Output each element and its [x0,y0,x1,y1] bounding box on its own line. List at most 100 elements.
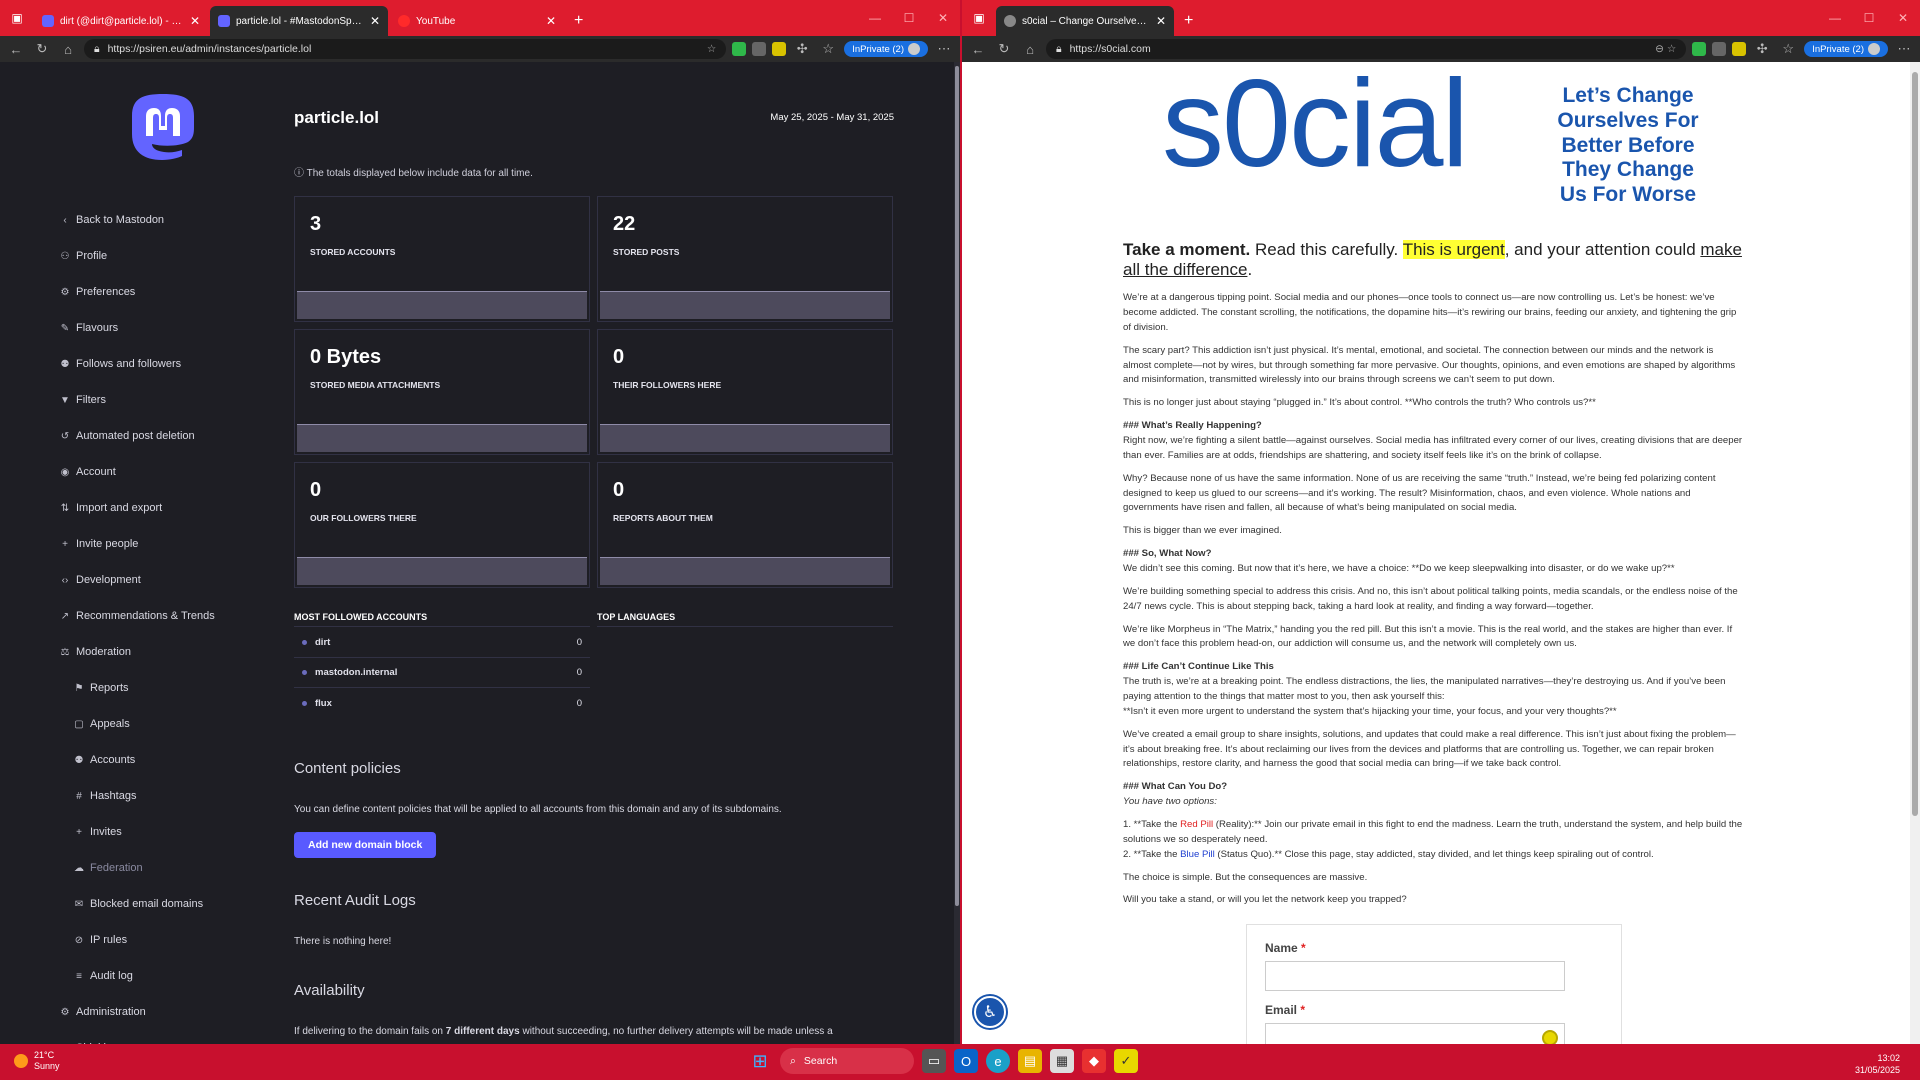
inprivate-badge[interactable]: InPrivate (2) [1804,41,1888,57]
more-menu-icon[interactable]: ⋯ [934,41,954,57]
sidebar-item-accounts[interactable]: ⚉ Accounts [60,742,280,778]
sidebar-item-sidekiq[interactable]: ◫Sidekiq [60,1030,280,1044]
scrollbar-thumb[interactable] [1912,72,1918,816]
task-view-icon[interactable]: ▭ [922,1049,946,1073]
tab-dirt-profile[interactable]: dirt (@dirt@particle.lol) - #Masto ✕ [34,6,208,36]
scrollbar-thumb[interactable] [955,66,959,906]
notes-app-icon[interactable]: ✓ [1114,1049,1138,1073]
stat-card-stored-accounts[interactable]: 3 STORED ACCOUNTS [294,196,590,322]
sidebar-item-hashtags[interactable]: # Hashtags [60,778,280,814]
tab-youtube[interactable]: YouTube ✕ [390,6,564,36]
list-item[interactable]: mastodon.internal 0 [294,658,590,688]
sidebar-item-development[interactable]: ‹› Development [60,562,280,598]
address-field[interactable]: 🔒︎ https://s0cial.com ⊖ ☆ [1046,39,1687,59]
minimize-icon[interactable]: — [858,11,892,25]
add-domain-block-button[interactable]: Add new domain block [294,832,437,858]
address-field[interactable]: 🔒︎ https://psiren.eu/admin/instances/par… [84,39,727,59]
reader-icon[interactable]: ⊖ ☆ [1655,43,1676,55]
system-clock[interactable]: 13:02 31/05/2025 [1855,1052,1900,1076]
favorites-icon[interactable]: ☆ [1778,41,1798,57]
workspaces-icon[interactable]: ▣ [962,0,996,36]
sidebar-item-account[interactable]: ◉ Account [60,454,280,490]
autofill-icon[interactable] [1542,1030,1558,1044]
name-field[interactable] [1265,961,1565,991]
extensions-puzzle-icon[interactable]: ✣ [1752,41,1772,57]
stat-card-media-attachments[interactable]: 0 Bytes STORED MEDIA ATTACHMENTS [294,329,590,455]
extension-m-icon[interactable] [752,42,767,56]
extension-m-icon[interactable] [1712,42,1727,56]
close-tab-icon[interactable]: ✕ [546,14,556,28]
mastodon-logo[interactable] [128,92,198,166]
minimize-icon[interactable]: — [1818,11,1852,25]
home-icon[interactable]: ⌂ [1020,42,1040,57]
left-scrollbar[interactable] [954,62,960,1044]
weather-widget[interactable]: 21°C Sunny [14,1050,60,1072]
more-menu-icon[interactable]: ⋯ [1894,41,1914,57]
extension-check-icon[interactable] [1692,42,1707,56]
sidebar-item-import-and-export[interactable]: ⇅ Import and export [60,490,280,526]
close-tab-icon[interactable]: ✕ [190,14,200,28]
sidebar-item-automated-post-deletion[interactable]: ↺ Automated post deletion [60,418,280,454]
outlook-icon[interactable]: O [954,1049,978,1073]
maximize-icon[interactable]: ☐ [1852,11,1886,25]
sidebar-item-ip-rules[interactable]: ⊘ IP rules [60,922,280,958]
sidebar-item-profile[interactable]: ⚇ Profile [60,238,280,274]
back-icon[interactable]: ← [6,42,26,57]
maximize-icon[interactable]: ☐ [892,11,926,25]
home-icon[interactable]: ⌂ [58,42,78,57]
close-window-icon[interactable]: ✕ [1886,11,1920,25]
stat-card-reports[interactable]: 0 REPORTS ABOUT THEM [597,462,893,588]
inprivate-badge[interactable]: InPrivate (2) [844,41,928,57]
close-tab-icon[interactable]: ✕ [1156,14,1166,28]
refresh-icon[interactable]: ↻ [994,41,1014,57]
tab-s0cial[interactable]: s0cial – Change Ourselves For Be ✕ [996,6,1174,36]
sidebar-item-follows-and-followers[interactable]: ⚉ Follows and followers [60,346,280,382]
list-item[interactable]: dirt 0 [294,628,590,658]
refresh-icon[interactable]: ↻ [32,41,52,57]
stat-card-stored-posts[interactable]: 22 STORED POSTS [597,196,893,322]
sidebar-item-blocked-email-domains[interactable]: ✉ Blocked email domains [60,886,280,922]
taskbar-search[interactable]: ⌕ Search [780,1048,914,1074]
sidebar-item-preferences[interactable]: ⚙ Preferences [60,274,280,310]
red-pill-link[interactable]: Red Pill [1180,819,1213,830]
extension-yellow-icon[interactable] [1732,42,1747,56]
back-icon[interactable]: ← [968,42,988,57]
s0cial-logo[interactable]: s0cial [1162,62,1469,186]
red-app-icon[interactable]: ◆ [1082,1049,1106,1073]
sidebar-item-reports[interactable]: ⚑ Reports [60,670,280,706]
file-explorer-icon[interactable]: ▤ [1018,1049,1042,1073]
close-tab-icon[interactable]: ✕ [370,14,380,28]
sidebar-item-federation[interactable]: ☁ Federation [60,850,280,886]
extension-yellow-icon[interactable] [772,42,787,56]
sidebar-item-invites[interactable]: + Invites [60,814,280,850]
stat-card-our-followers[interactable]: 0 OUR FOLLOWERS THERE [294,462,590,588]
email-field[interactable] [1265,1023,1565,1044]
sidebar-item-recommendations-trends[interactable]: ↗ Recommendations & Trends [60,598,280,634]
tab-particle-lol[interactable]: particle.lol - #MastodonSpyBallo ✕ [210,6,388,36]
sidebar-item-audit-log[interactable]: ≡ Audit log [60,958,280,994]
close-window-icon[interactable]: ✕ [926,11,960,25]
edge-icon[interactable]: e [986,1049,1010,1073]
blue-pill-link[interactable]: Blue Pill [1180,849,1215,860]
sidebar-item-moderation[interactable]: ⚖ Moderation [60,634,280,670]
sidebar-item-administration[interactable]: ⚙ Administration [60,994,280,1030]
list-item[interactable]: flux 0 [294,688,590,718]
right-scrollbar[interactable] [1910,62,1920,1044]
favorites-icon[interactable]: ☆ [818,41,838,57]
sidebar-item-flavours[interactable]: ✎ Flavours [60,310,280,346]
extensions-puzzle-icon[interactable]: ✣ [792,41,812,57]
favorite-star-icon[interactable]: ☆ [707,43,716,55]
windows-start-icon[interactable]: ⊞ [748,1049,772,1073]
app-icon[interactable]: ▦ [1050,1049,1074,1073]
sidebar-item-filters[interactable]: ▼ Filters [60,382,280,418]
new-tab-button[interactable]: + [566,6,591,36]
date-range[interactable]: May 25, 2025 - May 31, 2025 [770,112,894,123]
stat-card-their-followers[interactable]: 0 THEIR FOLLOWERS HERE [597,329,893,455]
accessibility-icon[interactable]: ♿︎ [974,996,1006,1028]
sidebar-item-invite-people[interactable]: + Invite people [60,526,280,562]
new-tab-button[interactable]: + [1176,6,1201,36]
workspaces-icon[interactable]: ▣ [0,0,34,36]
extension-check-icon[interactable] [732,42,747,56]
sidebar-item-appeals[interactable]: ▢ Appeals [60,706,280,742]
sidebar-item-back-to-mastodon[interactable]: ‹ Back to Mastodon [60,202,280,238]
